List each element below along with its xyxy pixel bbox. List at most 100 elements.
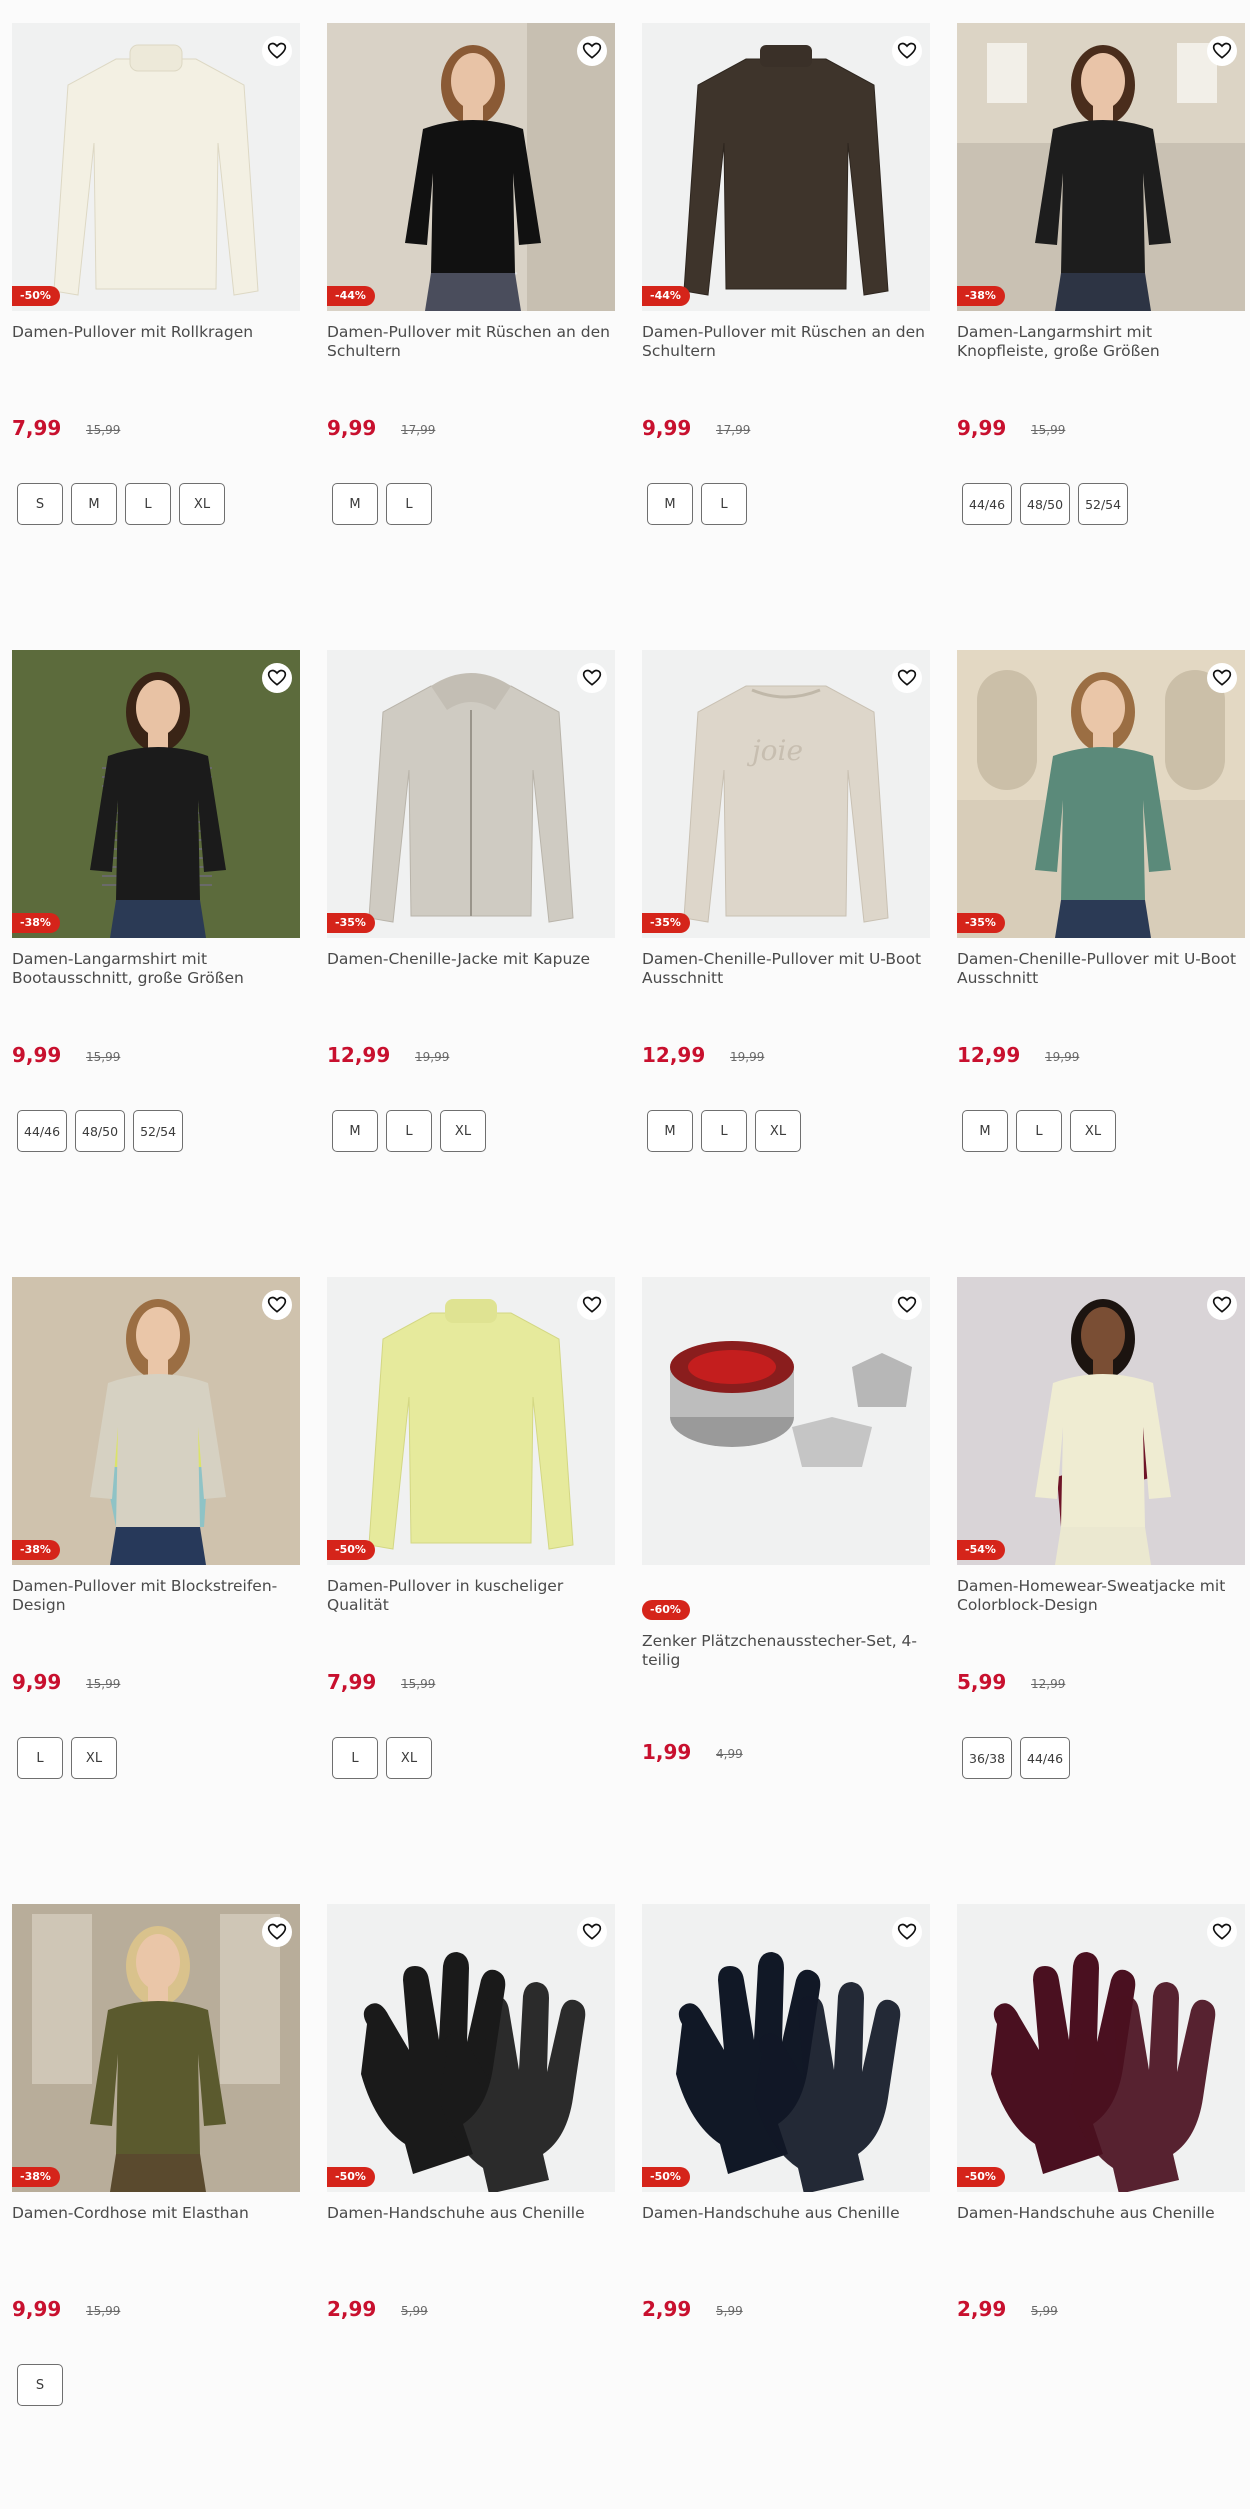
product-card[interactable]: -54% Damen-Homewear-Sweatjacke mit Color… xyxy=(957,1277,1245,1877)
product-image[interactable]: -50% xyxy=(957,1904,1245,2192)
wishlist-button[interactable] xyxy=(892,663,922,693)
wishlist-button[interactable] xyxy=(577,663,607,693)
wishlist-button[interactable] xyxy=(262,36,292,66)
product-image[interactable]: -38% xyxy=(12,1904,300,2192)
product-image[interactable] xyxy=(642,1277,930,1565)
product-image[interactable]: -38% xyxy=(12,650,300,938)
size-option[interactable]: 44/46 xyxy=(962,483,1013,525)
product-title[interactable]: Damen-Homewear-Sweatjacke mit Colorblock… xyxy=(957,1577,1245,1615)
size-option[interactable]: 44/46 xyxy=(17,1110,68,1152)
size-option[interactable]: S xyxy=(17,2364,63,2406)
product-image[interactable]: -35% xyxy=(957,650,1245,938)
product-title[interactable]: Damen-Handschuhe aus Chenille xyxy=(642,2204,930,2223)
size-option[interactable]: XL xyxy=(179,483,225,525)
product-card[interactable]: -38% Damen-Pullover mit Blockstreifen-De… xyxy=(12,1277,300,1877)
wishlist-button[interactable] xyxy=(262,1290,292,1320)
product-card[interactable]: -44% Damen-Pullover mit Rüschen an den S… xyxy=(327,23,615,623)
size-option[interactable]: 36/38 xyxy=(962,1737,1013,1779)
product-image[interactable]: -50% xyxy=(327,1277,615,1565)
product-image[interactable]: -38% xyxy=(12,1277,300,1565)
old-price: 19,99 xyxy=(415,1050,450,1064)
size-option[interactable]: S xyxy=(17,483,63,525)
product-image[interactable]: -50% xyxy=(12,23,300,311)
wishlist-button[interactable] xyxy=(892,36,922,66)
product-card[interactable]: -60% Zenker Plätzchenausstecher-Set, 4-t… xyxy=(642,1277,930,1877)
size-option[interactable]: 48/50 xyxy=(75,1110,126,1152)
old-price: 12,99 xyxy=(1031,1677,1066,1691)
size-option[interactable]: L xyxy=(332,1737,378,1779)
product-title[interactable]: Damen-Pullover in kuscheliger Qualität xyxy=(327,1577,615,1615)
size-option[interactable]: XL xyxy=(71,1737,117,1779)
wishlist-button[interactable] xyxy=(1207,36,1237,66)
product-title[interactable]: Damen-Pullover mit Rüschen an den Schult… xyxy=(642,323,930,361)
product-title[interactable]: Damen-Langarmshirt mit Bootausschnitt, g… xyxy=(12,950,300,988)
wishlist-button[interactable] xyxy=(1207,1290,1237,1320)
old-price: 15,99 xyxy=(86,1677,121,1691)
wishlist-button[interactable] xyxy=(262,663,292,693)
size-option[interactable]: M xyxy=(647,1110,693,1152)
wishlist-button[interactable] xyxy=(1207,663,1237,693)
size-option[interactable]: XL xyxy=(440,1110,486,1152)
product-card[interactable]: -44% Damen-Pullover mit Rüschen an den S… xyxy=(642,23,930,623)
product-title[interactable]: Damen-Pullover mit Rollkragen xyxy=(12,323,300,342)
size-option[interactable]: L xyxy=(1016,1110,1062,1152)
product-title[interactable]: Damen-Langarmshirt mit Knopfleiste, groß… xyxy=(957,323,1245,361)
product-image[interactable]: -35% xyxy=(327,650,615,938)
product-card[interactable]: -50% Damen-Handschuhe aus Chenille 2,99 … xyxy=(957,1904,1245,2504)
size-option[interactable]: L xyxy=(17,1737,63,1779)
product-title[interactable]: Damen-Chenille-Pullover mit U-Boot Aussc… xyxy=(957,950,1245,988)
size-option[interactable]: L xyxy=(125,483,171,525)
size-option[interactable]: M xyxy=(647,483,693,525)
size-option[interactable]: M xyxy=(71,483,117,525)
wishlist-button[interactable] xyxy=(577,36,607,66)
product-card[interactable]: -38% Damen-Cordhose mit Elasthan 9,99 15… xyxy=(12,1904,300,2504)
price: 9,99 xyxy=(327,416,377,440)
size-option[interactable]: L xyxy=(386,1110,432,1152)
size-option[interactable]: M xyxy=(332,483,378,525)
product-title[interactable]: Damen-Handschuhe aus Chenille xyxy=(957,2204,1245,2223)
size-option[interactable]: 44/46 xyxy=(1020,1737,1071,1779)
product-title[interactable]: Zenker Plätzchenausstecher-Set, 4-teilig xyxy=(642,1632,930,1670)
discount-badge: -38% xyxy=(957,286,1005,306)
product-image[interactable]: -50% xyxy=(642,1904,930,2192)
size-option[interactable]: 48/50 xyxy=(1020,483,1071,525)
size-option[interactable]: L xyxy=(701,1110,747,1152)
size-option[interactable]: M xyxy=(962,1110,1008,1152)
wishlist-button[interactable] xyxy=(892,1917,922,1947)
product-title[interactable]: Damen-Chenille-Pullover mit U-Boot Aussc… xyxy=(642,950,930,988)
product-image[interactable]: -44% xyxy=(327,23,615,311)
wishlist-button[interactable] xyxy=(892,1290,922,1320)
product-image[interactable]: -54% xyxy=(957,1277,1245,1565)
product-title[interactable]: Damen-Chenille-Jacke mit Kapuze xyxy=(327,950,615,969)
product-card[interactable]: -50% Damen-Pullover in kuscheliger Quali… xyxy=(327,1277,615,1877)
product-title[interactable]: Damen-Handschuhe aus Chenille xyxy=(327,2204,615,2223)
product-card[interactable]: -35% Damen-Chenille-Jacke mit Kapuze 12,… xyxy=(327,650,615,1250)
product-card[interactable]: -35% Damen-Chenille-Pullover mit U-Boot … xyxy=(957,650,1245,1250)
product-card[interactable]: -50% Damen-Handschuhe aus Chenille 2,99 … xyxy=(642,1904,930,2504)
size-option[interactable]: XL xyxy=(1070,1110,1116,1152)
product-image[interactable]: -50% xyxy=(327,1904,615,2192)
wishlist-button[interactable] xyxy=(262,1917,292,1947)
product-title[interactable]: Damen-Pullover mit Rüschen an den Schult… xyxy=(327,323,615,361)
size-option[interactable]: 52/54 xyxy=(1078,483,1129,525)
size-option[interactable]: L xyxy=(701,483,747,525)
wishlist-button[interactable] xyxy=(577,1917,607,1947)
product-card[interactable]: -38% Damen-Langarmshirt mit Knopfleiste,… xyxy=(957,23,1245,623)
product-image[interactable]: joie -35% xyxy=(642,650,930,938)
product-card[interactable]: -50% Damen-Handschuhe aus Chenille 2,99 … xyxy=(327,1904,615,2504)
product-image[interactable]: -44% xyxy=(642,23,930,311)
product-card[interactable]: -50% Damen-Pullover mit Rollkragen 7,99 … xyxy=(12,23,300,623)
product-title[interactable]: Damen-Cordhose mit Elasthan xyxy=(12,2204,300,2223)
size-option[interactable]: L xyxy=(386,483,432,525)
size-option[interactable]: XL xyxy=(755,1110,801,1152)
product-card[interactable]: -38% Damen-Langarmshirt mit Bootausschni… xyxy=(12,650,300,1250)
product-card[interactable]: joie -35% Damen-Chenille-Pullover mit U-… xyxy=(642,650,930,1250)
product-image[interactable]: -38% xyxy=(957,23,1245,311)
product-title[interactable]: Damen-Pullover mit Blockstreifen-Design xyxy=(12,1577,300,1615)
wishlist-button[interactable] xyxy=(577,1290,607,1320)
size-option[interactable]: 52/54 xyxy=(133,1110,184,1152)
heart-icon xyxy=(582,1923,602,1940)
size-option[interactable]: XL xyxy=(386,1737,432,1779)
size-option[interactable]: M xyxy=(332,1110,378,1152)
wishlist-button[interactable] xyxy=(1207,1917,1237,1947)
